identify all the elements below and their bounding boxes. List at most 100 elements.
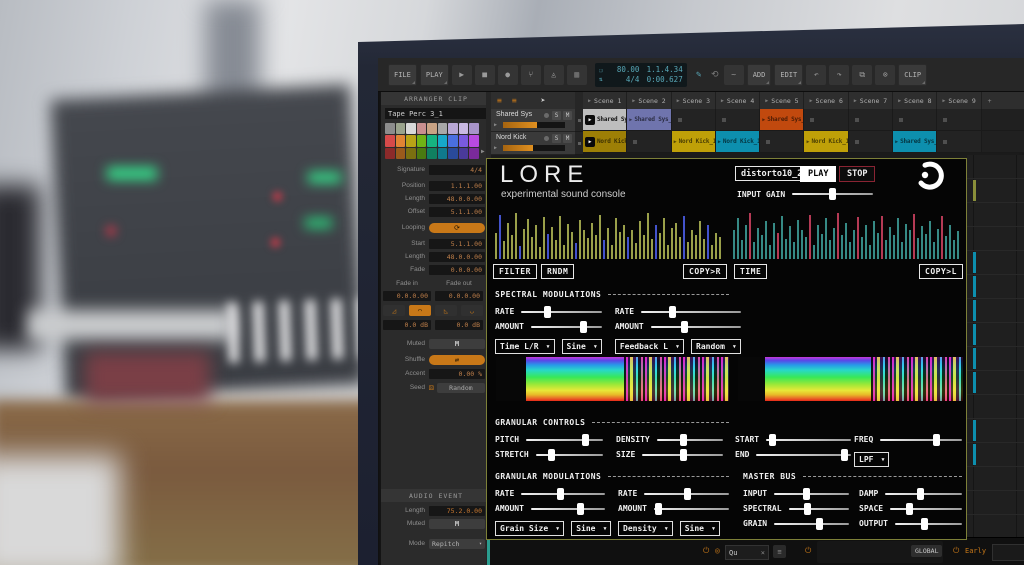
scene-play-icon[interactable]: ▶ — [588, 98, 591, 104]
slider-thumb[interactable] — [933, 434, 940, 446]
scene-play-icon[interactable]: ▶ — [854, 98, 857, 104]
device-power-icon[interactable]: ⏻ — [703, 546, 709, 556]
clip-cell[interactable] — [627, 131, 671, 153]
clip-cell[interactable]: ▶Nord Kick_1 — [672, 131, 716, 153]
palette-swatch[interactable] — [417, 123, 427, 134]
clip-cell[interactable]: ▶Nord Kick_1 — [804, 131, 848, 153]
input-gain-slider[interactable] — [792, 193, 873, 195]
clip-launch-icon[interactable]: ▶ — [806, 139, 809, 145]
slider-thumb[interactable] — [655, 503, 662, 515]
palette-swatch[interactable] — [406, 148, 416, 159]
dropdown-density[interactable]: Density▼ — [618, 521, 673, 536]
clip[interactable]: ▶Shared Sys_2 — [893, 131, 936, 152]
song-time-value[interactable]: 0:00.627 — [643, 75, 682, 85]
palette-swatch[interactable] — [448, 123, 458, 134]
fade-curve-button[interactable]: ◿ — [383, 305, 405, 316]
slider-amount[interactable] — [654, 508, 729, 510]
slider-thumb[interactable] — [816, 518, 823, 530]
empty-clip-stop-icon[interactable] — [943, 118, 947, 122]
palette-swatch[interactable] — [438, 123, 448, 134]
clip-cell[interactable]: ▶Shared Sys_2 — [893, 131, 937, 153]
clip-cell[interactable]: ▶Shared Sys_1 — [583, 109, 627, 131]
slider-thumb[interactable] — [577, 503, 584, 515]
tempo-display[interactable]: ❏ ⇅ 80.00 4/4 1.1.4.34 0:00.627 — [595, 63, 687, 87]
dropdown-sine[interactable]: Sine▼ — [571, 521, 611, 536]
looping-toggle[interactable]: ⟳ — [429, 223, 485, 233]
palette-swatch[interactable] — [406, 135, 416, 146]
inspector-field-value[interactable]: 1.1.1.00 — [429, 181, 485, 191]
clip[interactable]: ▶Nord Kick_1 — [583, 131, 626, 152]
tempo-value[interactable]: 80.00 — [607, 65, 640, 75]
copy-left-button[interactable]: COPY>L — [919, 264, 963, 279]
display-toggle-icon[interactable]: ▥ — [567, 65, 587, 85]
clip-cell[interactable]: ▶Shared Sys_1 — [760, 109, 804, 131]
wave-tool-icon[interactable]: ~ — [724, 65, 744, 85]
scene-play-icon[interactable]: ▶ — [677, 98, 680, 104]
empty-clip-stop-icon[interactable] — [678, 118, 682, 122]
device2-power-icon[interactable]: ⏻ — [805, 546, 811, 556]
fade-curve-button[interactable]: ◡ — [461, 305, 483, 316]
slider-thumb[interactable] — [921, 518, 928, 530]
grid-row[interactable] — [967, 275, 1024, 299]
clip[interactable]: ▶Nord Kick_1 — [804, 131, 847, 152]
scene-header[interactable]: ▶Scene 4 — [716, 92, 760, 109]
slider-pitch[interactable] — [526, 439, 603, 441]
device-menu-box[interactable]: ≡ — [773, 545, 786, 558]
fade-in-value[interactable]: 0.0.0.00 — [383, 291, 431, 301]
slider-thumb[interactable] — [669, 306, 676, 318]
palette-swatch[interactable] — [427, 123, 437, 134]
grid-row[interactable] — [967, 467, 1024, 491]
slider-amount[interactable] — [531, 508, 605, 510]
loop-icon[interactable]: ⟲ — [708, 70, 722, 80]
slider-freq[interactable] — [880, 439, 962, 441]
grid-row[interactable] — [967, 203, 1024, 227]
play-menu-button[interactable]: PLAY — [420, 64, 449, 86]
plugin-stop-button[interactable]: STOP — [839, 166, 875, 182]
stop-button[interactable] — [575, 109, 583, 132]
slider-space[interactable] — [890, 508, 962, 510]
clip[interactable]: ▶Shared Sys_1 — [760, 109, 803, 130]
clip-cell[interactable]: ▶Shared Sys_1 — [627, 109, 671, 131]
late-display[interactable]: Late — [992, 544, 1024, 561]
edit-button[interactable]: EDIT — [774, 64, 803, 86]
palette-expand-icon[interactable]: ▶ — [481, 148, 485, 155]
audio-event-length-value[interactable]: 75.2.0.00 — [429, 506, 485, 516]
slider-thumb[interactable] — [917, 488, 924, 500]
audio-event-mode-dropdown[interactable]: Repitch▾ — [429, 539, 485, 549]
audio-event-muted-toggle[interactable]: M — [429, 519, 485, 529]
scene-header[interactable]: ▶Scene 8 — [893, 92, 937, 109]
metronome-icon[interactable]: ◬ — [544, 65, 564, 85]
slider-thumb[interactable] — [803, 488, 810, 500]
grid-row[interactable] — [967, 515, 1024, 537]
grid-row[interactable] — [967, 299, 1024, 323]
record-arm-icon[interactable] — [544, 136, 549, 141]
grid-row[interactable] — [967, 155, 1024, 179]
file-button[interactable]: FILE — [388, 64, 417, 86]
slider-spectral[interactable] — [789, 508, 849, 510]
clip-cell[interactable] — [672, 109, 716, 131]
slider-thumb[interactable] — [582, 434, 589, 446]
palette-swatch[interactable] — [406, 123, 416, 134]
filter-button[interactable]: FILTER — [493, 264, 537, 279]
palette-swatch[interactable] — [427, 135, 437, 146]
clip-launch-icon[interactable]: ▶ — [718, 139, 721, 145]
plugin-play-button[interactable]: PLAY — [800, 166, 836, 182]
hamburger-icon-2[interactable]: ≡ — [512, 96, 517, 105]
palette-swatch[interactable] — [396, 123, 406, 134]
scene-header[interactable]: ▶Scene 5 — [760, 92, 804, 109]
scene-play-icon[interactable]: ▶ — [765, 98, 768, 104]
undo-icon[interactable]: ↶ — [806, 65, 826, 85]
palette-swatch[interactable] — [448, 135, 458, 146]
slider-thumb[interactable] — [684, 488, 691, 500]
grid-row[interactable] — [967, 395, 1024, 419]
empty-clip-stop-icon[interactable] — [633, 140, 637, 144]
dropdown-sine[interactable]: Sine▼ — [562, 339, 602, 354]
palette-swatch[interactable] — [417, 135, 427, 146]
clip[interactable]: ▶Nord Kick_1 — [672, 131, 715, 152]
solo-button[interactable]: S — [552, 134, 561, 143]
dropdown-random[interactable]: Random▼ — [691, 339, 741, 354]
branch-icon[interactable]: ⑂ — [521, 65, 541, 85]
scene-play-icon[interactable]: ▶ — [721, 98, 724, 104]
device-search-input[interactable]: Qu × — [725, 545, 769, 560]
empty-clip-stop-icon[interactable] — [855, 118, 859, 122]
